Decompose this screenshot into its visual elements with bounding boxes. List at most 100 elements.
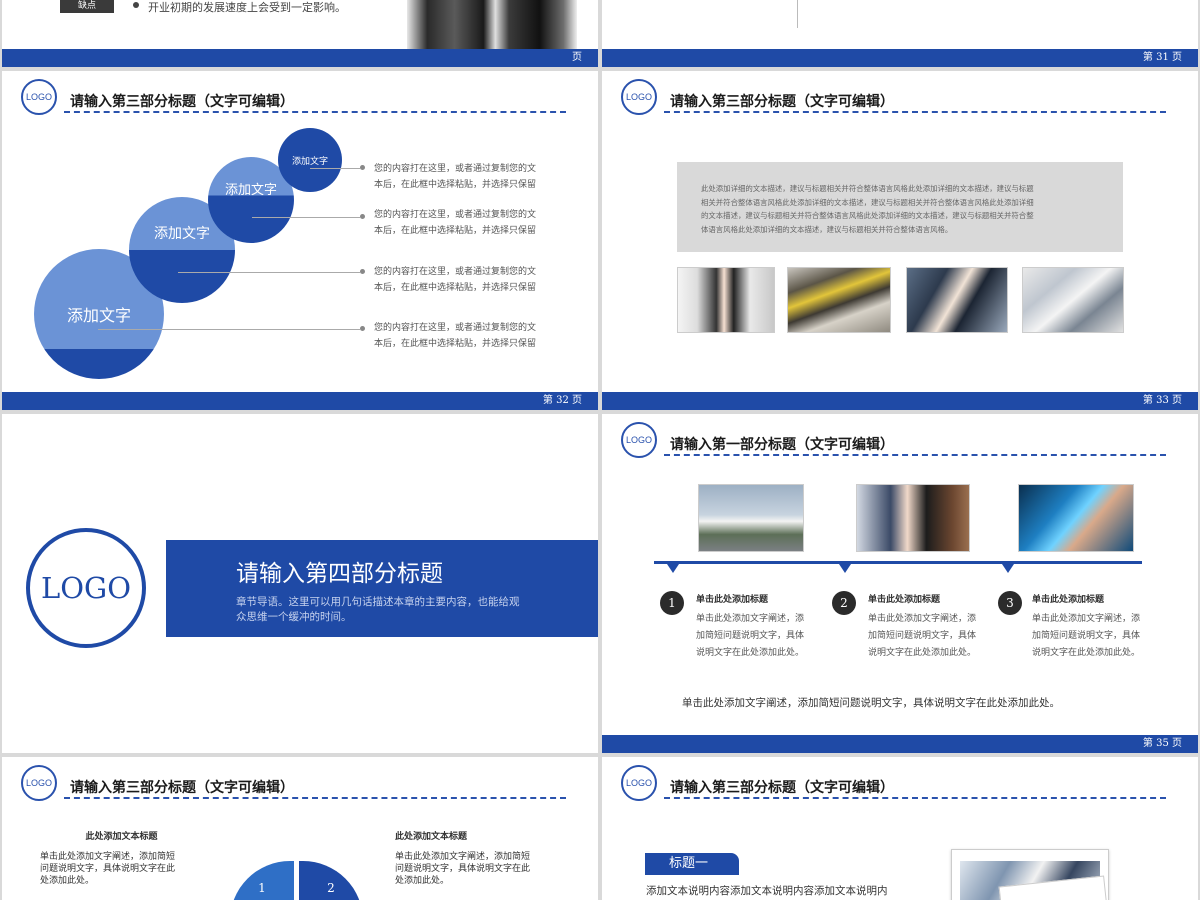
step-number-3: 3 (998, 591, 1022, 615)
left-line-1: 单击此处添加文字阐述，添加简短 (40, 852, 176, 862)
desc-1-line-2: 本后，在此框中选择粘贴，并选择只保留 (374, 180, 537, 190)
desc-dot-3 (360, 269, 365, 274)
step-number-1: 1 (660, 591, 684, 615)
bottom-summary: 单击此处添加文字阐述，添加简短问题说明文字，具体说明文字在此处添加此处。 (682, 697, 1060, 709)
circle-large-label: 添加文字 (66, 306, 131, 325)
desc-dot-1 (360, 165, 365, 170)
logo-text: LOGO (41, 571, 131, 605)
timeline-marker-1 (667, 564, 679, 573)
drawback-text: 开业初期的发展速度上会受到一定影响。 (148, 1, 346, 14)
section-subtitle: 章节导语。这里可以用几句话描述本章的主要内容，也能给观 众思维一个缓冲的时间。 (236, 595, 520, 625)
desc-3-line-2: 本后，在此框中选择粘贴，并选择只保留 (374, 283, 537, 293)
connector-line-2 (252, 217, 360, 218)
box-line-2: 相关并符合整体语言风格此处添加详细的文本描述，建议与标题相关并符合整体语言风格此… (701, 197, 1034, 207)
step-block-2: 单击此处添加标题 单击此处添加文字阐述，添 加简短问题说明文字，具体 说明文字在… (868, 592, 976, 662)
heading-text: 添加文本说明内容添加文本说明内容添加文本说明内 (646, 885, 888, 897)
ring-segment-1: 1 (230, 861, 294, 900)
desc-dot-4 (360, 326, 365, 331)
step-block-1: 单击此处添加标题 单击此处添加文字阐述，添 加简短问题说明文字，具体 说明文字在… (696, 592, 804, 662)
circle-tiny: 添加文字 (278, 128, 342, 192)
slide-37[interactable]: LOGO 请输入第三部分标题（文字可编辑） 标题一 添加文本说明内容添加文本说明… (602, 757, 1198, 900)
desc-2-line-2: 本后，在此框中选择粘贴，并选择只保留 (374, 226, 537, 236)
section-title: 请输入第三部分标题（文字可编辑） (70, 780, 294, 796)
section-title: 请输入第四部分标题 (236, 561, 443, 587)
circle-tiny-label: 添加文字 (291, 157, 328, 167)
paperwork-photo (1022, 267, 1124, 333)
slide-32[interactable]: LOGO 请输入第三部分标题（文字可编辑） 添加文字 添加文字 添加文字 添加文… (2, 71, 598, 410)
slide-31[interactable]: 第 31 页 (602, 0, 1198, 67)
segment-2-num: 2 (327, 881, 335, 895)
step-1-num: 1 (668, 596, 676, 610)
slide-32-footer: 第 32 页 (2, 392, 598, 410)
desc-block-4: 您的内容打在这里，或者通过复制您的文 本后，在此框中选择粘贴，并选择只保留 (374, 320, 536, 352)
right-line-2: 问题说明文字，具体说明文字在此 (395, 864, 531, 874)
circle-small-label: 添加文字 (224, 183, 277, 198)
office-team-photo (677, 267, 775, 333)
title-banner: 请输入第四部分标题 章节导语。这里可以用几句话描述本章的主要内容，也能给观 众思… (166, 540, 598, 637)
text-box: 此处添加详细的文本描述，建议与标题相关并符合整体语言风格此处添加详细的文本描述，… (677, 162, 1123, 252)
left-heading: 此处添加文本标题 (85, 832, 158, 842)
step-block-3: 单击此处添加标题 单击此处添加文字阐述，添 加简短问题说明文字，具体 说明文字在… (1032, 592, 1140, 662)
title-underline (664, 797, 1166, 799)
desc-4-line-2: 本后，在此框中选择粘贴，并选择只保留 (374, 339, 537, 349)
section-title: 请输入第一部分标题（文字可编辑） (670, 437, 894, 453)
section-title: 请输入第三部分标题（文字可编辑） (670, 780, 894, 796)
left-line-3: 处添加此处。 (40, 876, 95, 886)
page-number: 第 32 页 (542, 395, 582, 406)
page-label: 页 (572, 52, 582, 63)
handshake-photo (906, 267, 1008, 333)
desc-3-line-1: 您的内容打在这里，或者通过复制您的文 (374, 267, 537, 277)
slide-36[interactable]: LOGO 请输入第三部分标题（文字可编辑） 此处添加文本标题 单击此处添加文字阐… (2, 757, 598, 900)
tablet-photo (1018, 484, 1134, 552)
step-1-heading: 单击此处添加标题 (696, 595, 769, 605)
section-title: 请输入第三部分标题（文字可编辑） (70, 94, 294, 110)
page-number: 第 31 页 (1142, 52, 1182, 63)
step-2-line-3: 说明文字在此处添加此处。 (868, 648, 977, 658)
slide-30[interactable]: 缺点 开业初期的发展速度上会受到一定影响。 页 (2, 0, 598, 67)
page-number: 第 33 页 (1142, 395, 1182, 406)
logo-badge: LOGO (21, 765, 57, 801)
slide-35[interactable]: LOGO 请输入第一部分标题（文字可编辑） 1 2 3 单击此处添加标题 单击此… (602, 414, 1198, 753)
divider-line (797, 0, 798, 28)
right-text-block: 此处添加文本标题 单击此处添加文字阐述，添加简短 问题说明文字，具体说明文字在此… (395, 831, 530, 887)
step-1-line-3: 说明文字在此处添加此处。 (696, 648, 805, 658)
left-line-2: 问题说明文字，具体说明文字在此 (40, 864, 176, 874)
step-3-line-3: 说明文字在此处添加此处。 (1032, 648, 1141, 658)
ring-segment-2: 2 (299, 861, 363, 900)
subtitle-line-2: 众思维一个缓冲的时间。 (236, 611, 352, 623)
circle-medium-label: 添加文字 (154, 226, 210, 242)
heading-tag-label: 标题一 (669, 856, 709, 871)
step-2-heading: 单击此处添加标题 (868, 595, 941, 605)
desc-2-line-1: 您的内容打在这里，或者通过复制您的文 (374, 210, 537, 220)
box-line-3: 的文本描述，建议与标题相关并符合整体语言风格此处添加详细的文本描述，建议与标题相… (701, 211, 1034, 220)
section-title: 请输入第三部分标题（文字可编辑） (670, 94, 894, 110)
drawback-tag: 缺点 (60, 0, 114, 13)
bullet-dot-icon (133, 2, 139, 8)
right-line-1: 单击此处添加文字阐述，添加简短 (395, 852, 531, 862)
step-2-line-1: 单击此处添加文字阐述，添 (868, 614, 977, 624)
logo-badge: LOGO (621, 765, 657, 801)
title-underline (64, 797, 566, 799)
title-underline (64, 111, 566, 113)
slide-34[interactable]: LOGO 请输入第四部分标题 章节导语。这里可以用几句话描述本章的主要内容，也能… (2, 414, 598, 753)
logo-circle: LOGO (26, 528, 146, 648)
step-3-line-2: 加简短问题说明文字，具体 (1032, 631, 1141, 641)
logo-badge: LOGO (621, 79, 657, 115)
slide-33[interactable]: LOGO 请输入第三部分标题（文字可编辑） 此处添加详细的文本描述，建议与标题相… (602, 71, 1198, 410)
step-2-num: 2 (840, 596, 848, 610)
right-line-3: 处添加此处。 (395, 876, 450, 886)
step-3-line-1: 单击此处添加文字阐述，添 (1032, 614, 1141, 624)
timeline-bar (654, 561, 1142, 564)
logo-badge: LOGO (21, 79, 57, 115)
desc-block-2: 您的内容打在这里，或者通过复制您的文 本后，在此框中选择粘贴，并选择只保留 (374, 207, 536, 239)
slide-33-footer: 第 33 页 (602, 392, 1198, 410)
desc-4-line-1: 您的内容打在这里，或者通过复制您的文 (374, 323, 537, 333)
step-1-line-2: 加简短问题说明文字，具体 (696, 631, 805, 641)
timeline-marker-3 (1002, 564, 1014, 573)
slide-31-footer: 第 31 页 (602, 49, 1198, 67)
connector-line-3 (178, 272, 360, 273)
rowing-photo (787, 267, 891, 333)
slide-30-footer: 页 (2, 49, 598, 67)
step-3-heading: 单击此处添加标题 (1032, 595, 1105, 605)
desc-dot-2 (360, 214, 365, 219)
